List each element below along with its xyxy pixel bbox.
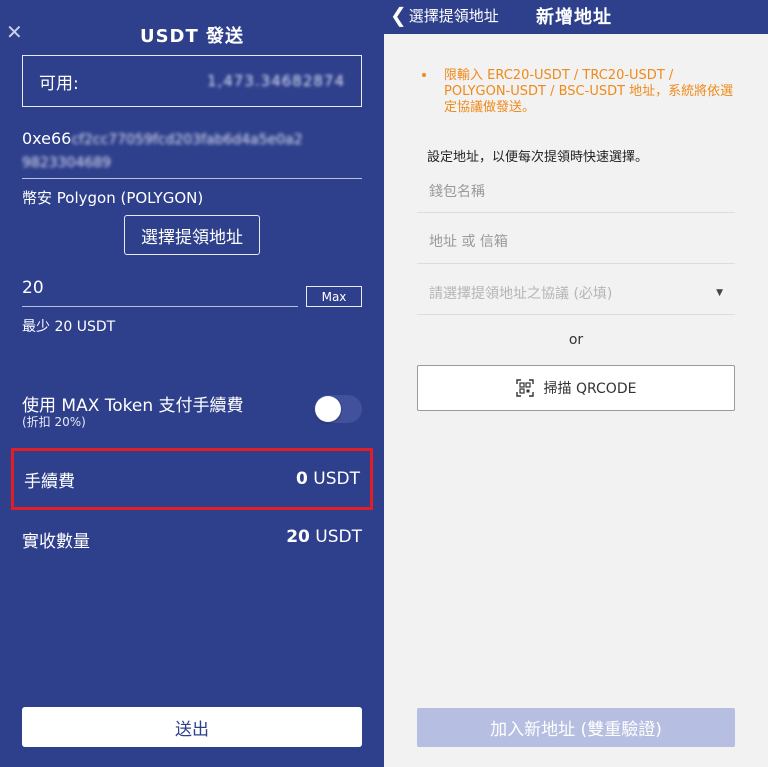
wallet-name-placeholder: 錢包名稱 (429, 184, 485, 200)
max-button[interactable]: Max (306, 286, 362, 307)
page-title: USDT 發送 (139, 26, 245, 47)
divider (22, 306, 298, 307)
address-input[interactable]: 地址 或 信箱 (417, 221, 735, 264)
address-field[interactable]: 0xe66cf2cc77059fcd203fab6d4a5e0a2 982330… (22, 128, 362, 174)
toggle-knob (315, 396, 341, 422)
caret-down-icon: ▼ (716, 288, 723, 298)
protocol-warning: 限輸入 ERC20-USDT / TRC20-USDT / POLYGON-US… (444, 68, 734, 115)
send-button[interactable]: 送出 (22, 707, 362, 747)
or-divider: or (568, 332, 584, 348)
amount-input[interactable]: 20 (22, 278, 44, 298)
select-address-button[interactable]: 選擇提領地址 (124, 215, 260, 255)
available-value: 1,473.34682874 (206, 72, 345, 90)
back-label: 選擇提領地址 (408, 6, 499, 25)
protocol-select[interactable]: 請選擇提領地址之協議 (必填) ▼ (417, 272, 735, 315)
received-label: 實收數量 (22, 532, 90, 552)
add-address-button[interactable]: 加入新地址 (雙重驗證) (417, 708, 735, 747)
scan-qrcode-button[interactable]: 掃描 QRCODE (417, 365, 735, 411)
back-button[interactable]: ❮ 選擇提領地址 (390, 3, 499, 27)
received-value: 20 USDT (286, 527, 362, 547)
max-token-toggle[interactable] (314, 395, 362, 423)
address-placeholder: 地址 或 信箱 (429, 234, 508, 250)
setup-hint: 設定地址，以便每次提領時快速選擇。 (427, 150, 649, 165)
min-amount-note: 最少 20 USDT (22, 319, 116, 335)
chevron-left-icon: ❮ (390, 3, 407, 27)
fee-row: 手續費 0 USDT (11, 448, 373, 510)
received-row: 實收數量 20 USDT (22, 527, 362, 552)
available-balance-box: 可用: 1,473.34682874 (22, 55, 362, 107)
qrcode-scan-icon (515, 379, 534, 397)
network-label: 幣安 Polygon (POLYGON) (22, 189, 204, 207)
divider (22, 178, 362, 179)
scan-qrcode-label: 掃描 QRCODE (543, 381, 637, 397)
fee-value: 0 USDT (296, 469, 360, 489)
add-address-panel: ❮ 選擇提領地址 新增地址 限輸入 ERC20-USDT / TRC20-USD… (384, 0, 768, 767)
send-panel: ✕ USDT 發送 可用: 1,473.34682874 0xe66cf2cc7… (0, 0, 384, 767)
available-label: 可用: (39, 73, 79, 94)
address-prefix: 0xe66 (22, 129, 72, 148)
protocol-placeholder: 請選擇提領地址之協議 (必填) (429, 286, 613, 302)
address-line2: 9823304689 (22, 155, 112, 171)
max-token-discount: (折扣 20%) (22, 415, 86, 429)
bullet-icon (422, 73, 426, 77)
address-rest: cf2cc77059fcd203fab6d4a5e0a2 (71, 132, 303, 148)
fee-label: 手續費 (24, 471, 75, 492)
wallet-name-input[interactable]: 錢包名稱 (417, 170, 735, 213)
page-title: 新增地址 (536, 7, 612, 28)
header-bar: ❮ 選擇提領地址 新增地址 (384, 0, 768, 34)
